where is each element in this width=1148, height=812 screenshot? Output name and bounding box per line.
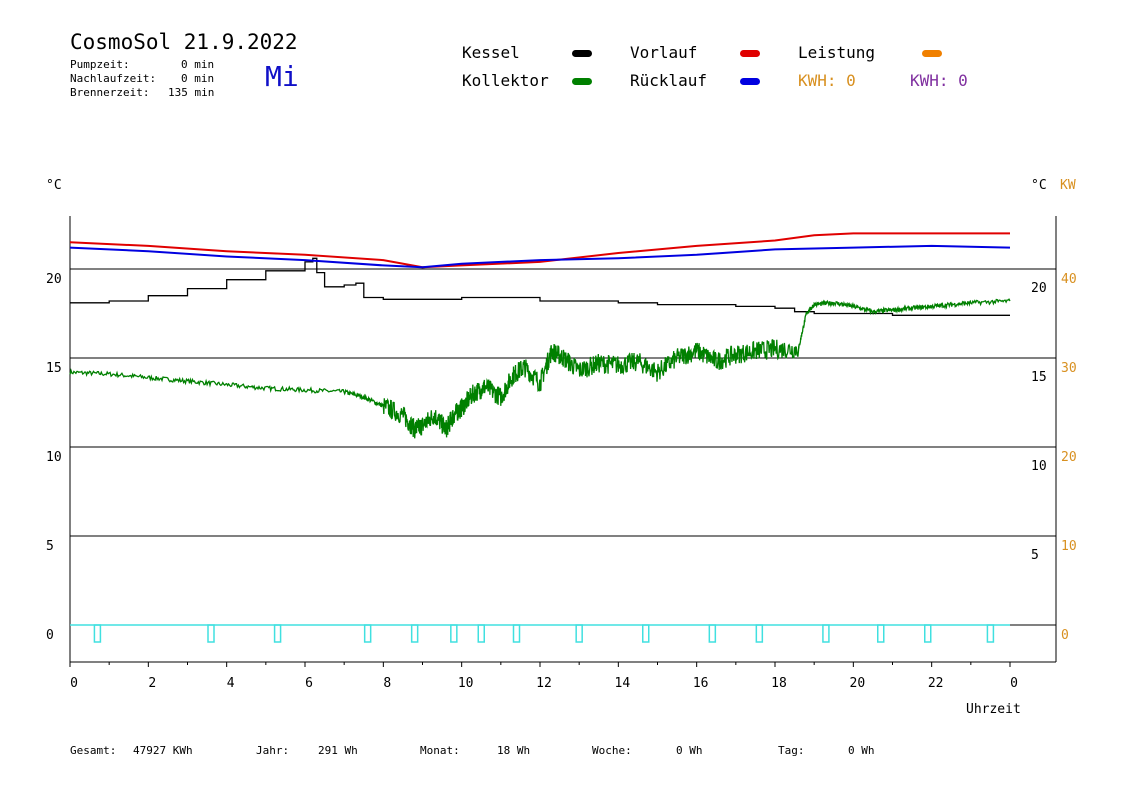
footer-woche-value: 0 Wh (676, 744, 703, 757)
pump-marker-10 (708, 624, 717, 643)
footer-gesamt-label: Gesamt: (70, 744, 117, 757)
y-right-tick-20: 20 (1031, 281, 1047, 296)
pump-marker-1 (207, 624, 215, 643)
y2-tick-0: 0 (1061, 628, 1069, 643)
y-left-tick-20: 20 (46, 272, 62, 287)
y-right-tick-5: 5 (1031, 548, 1039, 563)
footer-jahr-value: 291 Wh (318, 744, 358, 757)
y-left-tick-10: 10 (46, 450, 62, 465)
pump-marker-7 (512, 624, 521, 643)
x-axis-label: Uhrzeit (966, 702, 1021, 717)
footer-tag-value: 0 Wh (848, 744, 875, 757)
y-left-tick-5: 5 (46, 539, 54, 554)
temperature-chart: 0 5 10 15 20 5 10 15 20 0 10 20 30 40 0 2 4 6 8 10 12 14 16 18 2… (46, 216, 1077, 691)
y-left-tick-15: 15 (46, 361, 62, 376)
pump-marker-9 (642, 624, 650, 643)
pump-marker-3 (363, 624, 372, 643)
y2-tick-20: 20 (1061, 450, 1077, 465)
y2-tick-40: 40 (1061, 272, 1077, 287)
footer-jahr-label: Jahr: (256, 744, 290, 757)
series-kollektor (69, 298, 1011, 439)
pump-marker-15 (986, 624, 995, 643)
pump-marker-2 (273, 624, 282, 643)
pump-marker-0 (93, 624, 102, 643)
x-tick-label-7: 14 (615, 676, 631, 691)
x-tick-label-0: 0 (70, 676, 78, 691)
pump-marker-6 (477, 624, 485, 643)
y-right-tick-10: 10 (1031, 459, 1047, 474)
y-right-tick-15: 15 (1031, 370, 1047, 385)
x-tick-label-5: 10 (458, 676, 474, 691)
x-tick-label-10: 20 (850, 676, 866, 691)
pump-marker-11 (755, 624, 764, 643)
x-tick-label-4: 8 (383, 676, 391, 691)
footer-tag-label: Tag: (778, 744, 805, 757)
pump-marker-5 (450, 624, 458, 643)
pump-marker-8 (575, 624, 583, 643)
y-left-tick-0: 0 (46, 628, 54, 643)
pump-marker-12 (822, 624, 830, 643)
x-tick-label-8: 16 (693, 676, 709, 691)
x-tick-label-12: 0 (1010, 676, 1018, 691)
footer-gesamt-value: 47927 KWh (133, 744, 193, 757)
x-tick-label-6: 12 (536, 676, 552, 691)
x-tick-label-2: 4 (227, 676, 235, 691)
footer-woche-label: Woche: (592, 744, 632, 757)
series-kessel (70, 257, 1010, 316)
x-tick-label-3: 6 (305, 676, 313, 691)
footer-monat-value: 18 Wh (497, 744, 531, 757)
x-tick-label-9: 18 (771, 676, 787, 691)
x-tick-label-11: 22 (928, 676, 944, 691)
y2-tick-10: 10 (1061, 539, 1077, 554)
series-ruecklauf (69, 244, 1011, 269)
pump-marker-4 (410, 624, 419, 643)
series-vorlauf (69, 232, 1010, 269)
x-tick-label-1: 2 (148, 676, 156, 691)
y2-tick-30: 30 (1061, 361, 1077, 376)
footer-monat-label: Monat: (420, 744, 460, 757)
pump-marker-13 (877, 624, 885, 643)
pump-marker-14 (924, 624, 932, 643)
